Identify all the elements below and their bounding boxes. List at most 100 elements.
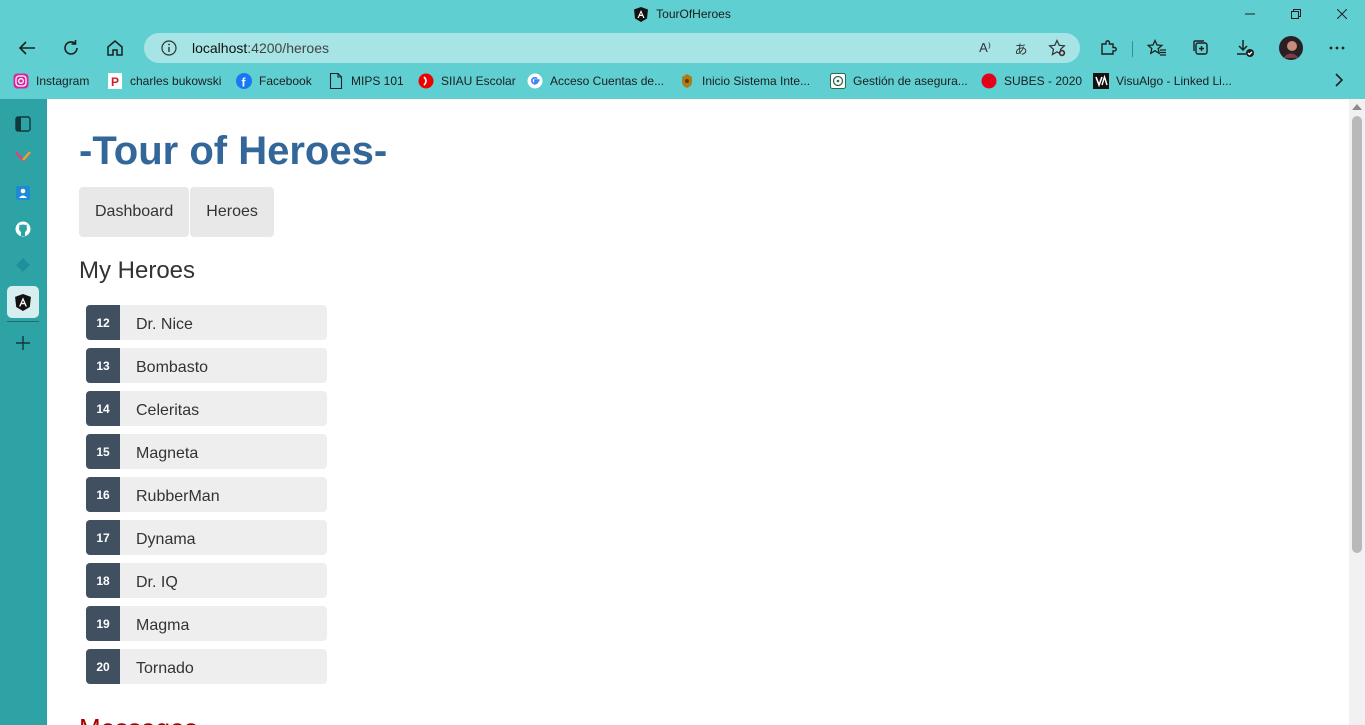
browser-sidebar	[0, 99, 47, 725]
restore-icon	[1291, 9, 1301, 19]
bookmark-label: Inicio Sistema Inte...	[702, 74, 811, 88]
favorites-star-icon	[1147, 39, 1166, 56]
bookmark-label: MIPS 101	[351, 74, 404, 88]
nav-heroes-link[interactable]: Heroes	[190, 187, 274, 237]
bookmark-facebook[interactable]: f Facebook	[236, 68, 312, 94]
bookmark-label: Acceso Cuentas de...	[550, 74, 665, 88]
bookmarks-overflow-button[interactable]	[1332, 73, 1346, 87]
read-aloud-icon[interactable]: A⁾	[976, 39, 994, 57]
sidebar-angular-app[interactable]	[7, 286, 39, 318]
hero-id-badge: 20	[86, 649, 120, 684]
bookmark-siiau-escolar[interactable]: SIIAU Escolar	[418, 68, 516, 94]
url-path: :4200/heroes	[247, 40, 329, 56]
avatar	[1279, 36, 1303, 60]
hero-item[interactable]: 16 RubberMan	[86, 477, 327, 512]
sidebar-app-2[interactable]	[7, 177, 39, 209]
nav-dashboard-link[interactable]: Dashboard	[79, 187, 190, 237]
bookmark-label: Instagram	[36, 74, 90, 88]
angular-logo-icon	[15, 293, 31, 311]
hero-id-badge: 18	[86, 563, 120, 598]
hero-item[interactable]: 17 Dynama	[86, 520, 327, 555]
extensions-button[interactable]	[1092, 32, 1124, 64]
hero-item[interactable]: 15 Magneta	[86, 434, 327, 469]
title-bar: TourOfHeroes	[0, 0, 1365, 28]
restore-button[interactable]	[1273, 0, 1319, 28]
sidebar-app-3[interactable]	[7, 249, 39, 281]
tab-actions-icon	[15, 116, 31, 132]
crest-icon	[679, 73, 695, 89]
colorful-app-icon	[15, 151, 31, 162]
section-title: My Heroes	[79, 257, 196, 284]
bookmark-gestion-asegura[interactable]: Gestión de asegura...	[830, 68, 968, 94]
app-title: -Tour of Heroes-	[79, 129, 388, 173]
bookmark-label: SUBES - 2020	[1004, 74, 1083, 88]
download-icon	[1237, 40, 1254, 57]
bookmark-visualgo[interactable]: VisuAlgo - Linked Li...	[1093, 68, 1232, 94]
imss-icon	[830, 73, 846, 89]
hero-name: Dr. IQ	[136, 574, 178, 591]
visualgo-icon	[1093, 73, 1109, 89]
collections-button[interactable]	[1185, 32, 1217, 64]
hero-item[interactable]: 13 Bombasto	[86, 348, 327, 383]
more-menu-button[interactable]	[1321, 32, 1353, 64]
page-scrollbar[interactable]	[1349, 99, 1365, 725]
site-info-icon[interactable]	[160, 39, 178, 57]
profile-button[interactable]	[1275, 32, 1307, 64]
close-window-button[interactable]	[1319, 0, 1365, 28]
sidebar-tabs-button[interactable]	[7, 108, 39, 140]
more-dots-icon	[1329, 46, 1345, 50]
puzzle-icon	[1101, 40, 1117, 55]
hero-item[interactable]: 18 Dr. IQ	[86, 563, 327, 598]
bookmark-label: Facebook	[259, 74, 312, 88]
toolbar-divider	[1132, 41, 1133, 57]
sidebar-github[interactable]	[7, 213, 39, 245]
refresh-button[interactable]	[55, 32, 87, 64]
address-bar[interactable]: localhost:4200/heroes A⁾ あ	[144, 33, 1080, 63]
bookmark-mips-101[interactable]: MIPS 101	[328, 68, 404, 94]
add-favorite-icon[interactable]	[1048, 39, 1066, 57]
hero-item[interactable]: 20 Tornado	[86, 649, 327, 684]
scrollbar-thumb[interactable]	[1352, 116, 1362, 553]
url-text[interactable]: localhost:4200/heroes	[192, 33, 329, 63]
heroes-list: 12 Dr. Nice 13 Bombasto 14 Celeritas 15 Magn…	[86, 305, 327, 692]
page-icon	[328, 73, 344, 89]
hero-id-badge: 14	[86, 391, 120, 426]
siiau-icon	[418, 73, 434, 89]
hero-item[interactable]: 19 Magma	[86, 606, 327, 641]
hero-name: Dr. Nice	[136, 316, 193, 333]
minimize-button[interactable]	[1227, 0, 1273, 28]
contact-card-icon	[16, 186, 30, 200]
downloads-button[interactable]	[1229, 32, 1261, 64]
hero-id-badge: 17	[86, 520, 120, 555]
hero-item[interactable]: 14 Celeritas	[86, 391, 327, 426]
browser-toolbar: localhost:4200/heroes A⁾ あ	[0, 28, 1365, 68]
messages-title: Messages	[79, 713, 198, 725]
hero-name: Tornado	[136, 660, 194, 677]
window-controls	[1227, 0, 1365, 28]
bookmark-label: SIIAU Escolar	[441, 74, 516, 88]
bookmark-label: charles bukowski	[130, 74, 222, 88]
bookmark-charles-bukowski[interactable]: P charles bukowski	[107, 68, 221, 94]
hero-name: RubberMan	[136, 488, 220, 505]
bookmark-subes-2020[interactable]: SUBES - 2020	[981, 68, 1082, 94]
bookmark-label: Gestión de asegura...	[853, 74, 968, 88]
github-icon	[15, 221, 31, 237]
plus-icon	[16, 336, 30, 350]
back-button[interactable]	[11, 32, 43, 64]
back-arrow-icon	[18, 41, 35, 55]
sidebar-add-button[interactable]	[7, 327, 39, 359]
bookmark-acceso-cuentas[interactable]: Acceso Cuentas de...	[527, 68, 664, 94]
scroll-up-arrow-icon[interactable]	[1352, 104, 1362, 110]
sidebar-app-1[interactable]	[7, 140, 39, 172]
translate-icon[interactable]: あ	[1012, 39, 1030, 57]
favorites-button[interactable]	[1141, 32, 1173, 64]
hero-id-badge: 15	[86, 434, 120, 469]
instagram-icon	[13, 73, 29, 89]
bookmark-instagram[interactable]: Instagram	[13, 68, 89, 94]
home-button[interactable]	[99, 32, 131, 64]
bookmark-inicio-sistema[interactable]: Inicio Sistema Inte...	[679, 68, 810, 94]
hero-name: Bombasto	[136, 359, 209, 376]
hero-item[interactable]: 12 Dr. Nice	[86, 305, 327, 340]
hero-id-badge: 16	[86, 477, 120, 512]
svg-text:P: P	[111, 75, 119, 89]
